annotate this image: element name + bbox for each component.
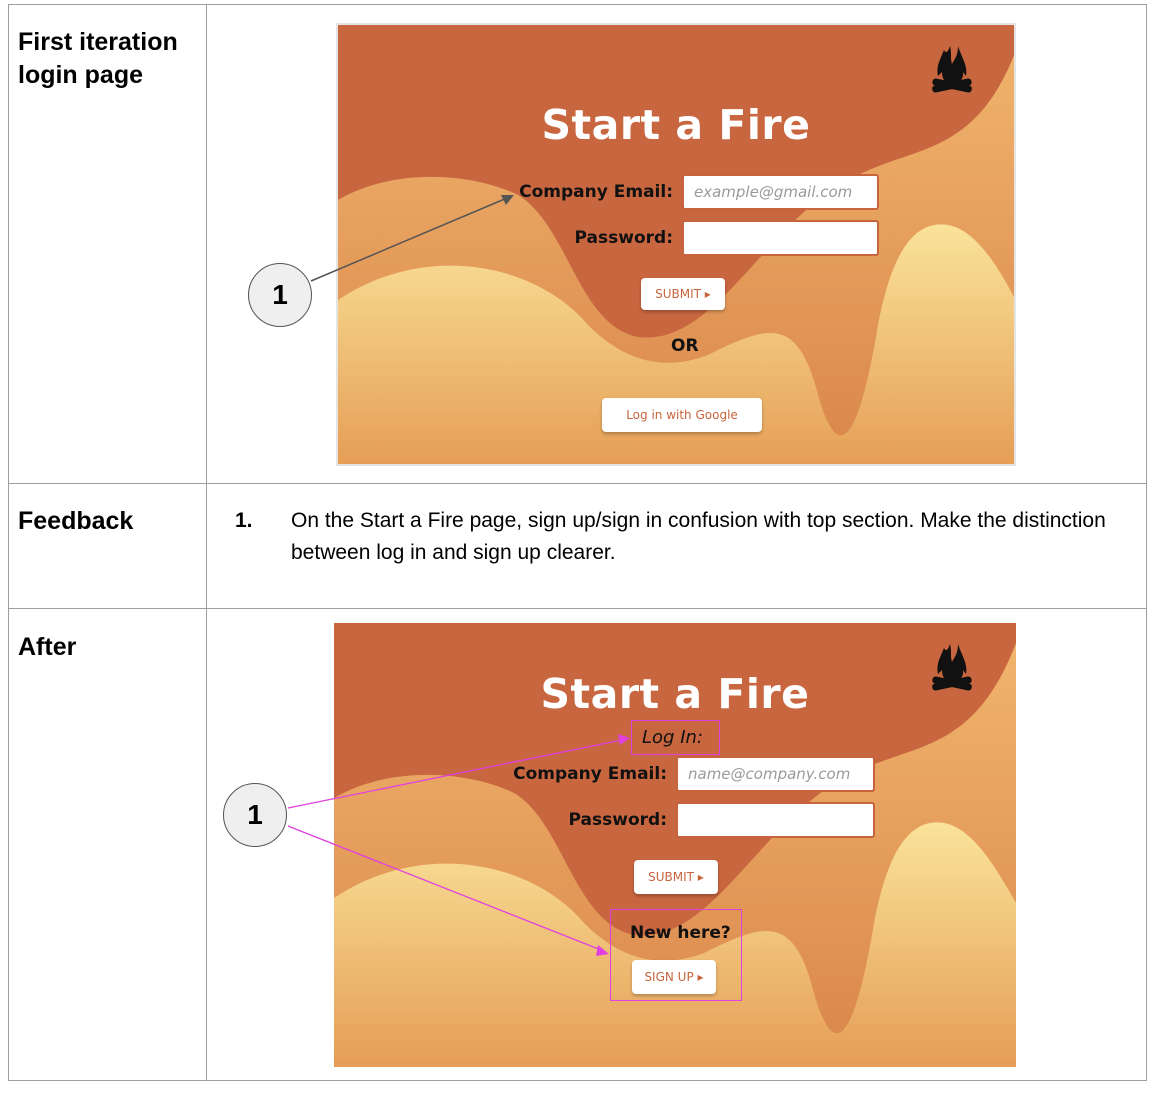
mockup-title: Start a Fire xyxy=(540,670,810,718)
feedback-item-text: On the Start a Fire page, sign up/sign i… xyxy=(291,509,1106,564)
mockup-first-iteration: Start a Fire Company Email: example@gmai… xyxy=(336,23,1016,466)
campfire-icon xyxy=(932,46,972,93)
feedback-item-number: 1. xyxy=(235,509,253,532)
mockup-title: Start a Fire xyxy=(541,101,811,149)
password-field[interactable] xyxy=(676,802,875,838)
email-field[interactable]: example@gmail.com xyxy=(682,174,879,210)
or-divider-text: OR xyxy=(671,336,699,356)
row-label-feedback: Feedback xyxy=(18,507,134,535)
callout-badge: 1 xyxy=(248,263,312,327)
callout-badge: 1 xyxy=(223,783,287,847)
table-column-divider xyxy=(206,4,207,1081)
password-label: Password: xyxy=(574,228,673,248)
email-label: Company Email: xyxy=(513,764,667,784)
table-row-divider xyxy=(8,608,1147,609)
highlight-box-login xyxy=(631,720,720,755)
table-row-divider xyxy=(8,483,1147,484)
password-label: Password: xyxy=(568,810,667,830)
row-label-first-iteration: First iteration login page xyxy=(18,28,178,89)
email-field[interactable]: name@company.com xyxy=(676,756,875,792)
feedback-item: 1. On the Start a Fire page, sign up/sig… xyxy=(235,505,1115,569)
feedback-list: 1. On the Start a Fire page, sign up/sig… xyxy=(235,505,1115,569)
submit-button[interactable]: SUBMIT ▸ xyxy=(634,860,718,894)
highlight-box-signup xyxy=(610,909,742,1001)
password-field[interactable] xyxy=(682,220,879,256)
submit-button[interactable]: SUBMIT ▸ xyxy=(641,278,725,310)
google-login-button[interactable]: Log in with Google xyxy=(602,398,762,432)
row-label-after: After xyxy=(18,633,77,661)
email-label: Company Email: xyxy=(519,182,673,202)
